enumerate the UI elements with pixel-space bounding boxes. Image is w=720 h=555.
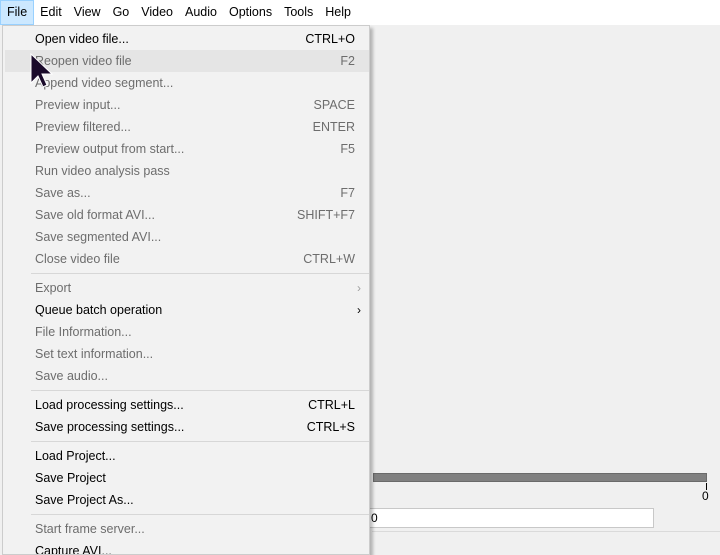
menu-item-shortcut: F2 (340, 54, 355, 68)
menu-item-load-project[interactable]: Load Project... (5, 445, 369, 467)
menu-item-save-audio[interactable]: Save audio... (5, 365, 369, 387)
status-divider (372, 531, 720, 532)
menu-item-label: Queue batch operation (35, 303, 163, 317)
menu-item-label: Preview filtered... (35, 120, 131, 134)
menu-item-preview-filtered[interactable]: Preview filtered... ENTER (5, 116, 369, 138)
menu-item-label: Load Project... (35, 449, 116, 463)
menu-item-shortcut: CTRL+L (308, 398, 355, 412)
menu-item-shortcut: SPACE (313, 98, 355, 112)
menu-separator (31, 390, 369, 391)
menu-item-file-information[interactable]: File Information... (5, 321, 369, 343)
menu-item-shortcut: CTRL+O (305, 32, 355, 46)
menu-item-preview-input[interactable]: Preview input... SPACE (5, 94, 369, 116)
menu-item-label: Open video file... (35, 32, 129, 46)
menu-item-label: Save as... (35, 186, 91, 200)
menu-help[interactable]: Help (319, 0, 357, 25)
menu-bar: File Edit View Go Video Audio Options To… (0, 0, 720, 25)
menu-item-label: Set text information... (35, 347, 154, 361)
menu-item-shortcut: CTRL+S (306, 420, 355, 434)
menu-edit[interactable]: Edit (34, 0, 68, 25)
submenu-arrow-icon: › (357, 281, 361, 295)
menu-options[interactable]: Options (223, 0, 278, 25)
menu-item-load-processing-settings[interactable]: Load processing settings... CTRL+L (5, 394, 369, 416)
menu-item-shortcut: SHIFT+F7 (297, 208, 355, 222)
menu-audio[interactable]: Audio (179, 0, 223, 25)
menu-item-queue-batch-operation[interactable]: Queue batch operation › (5, 299, 369, 321)
menu-go[interactable]: Go (107, 0, 136, 25)
menu-item-label: Export (35, 281, 72, 295)
menu-item-run-video-analysis[interactable]: Run video analysis pass (5, 160, 369, 182)
menu-item-label: Save processing settings... (35, 420, 185, 434)
menu-item-save-segmented-avi[interactable]: Save segmented AVI... (5, 226, 369, 248)
menu-item-label: Capture AVI... (35, 544, 112, 555)
menu-separator (31, 514, 369, 515)
menu-item-set-text-information[interactable]: Set text information... (5, 343, 369, 365)
menu-item-label: File Information... (35, 325, 132, 339)
menu-item-label: Start frame server... (35, 522, 145, 536)
menu-view[interactable]: View (68, 0, 107, 25)
menu-item-export[interactable]: Export › (5, 277, 369, 299)
menu-item-close-video-file[interactable]: Close video file CTRL+W (5, 248, 369, 270)
menu-item-label: Close video file (35, 252, 120, 266)
menu-video[interactable]: Video (135, 0, 179, 25)
menu-item-preview-output[interactable]: Preview output from start... F5 (5, 138, 369, 160)
menu-item-shortcut: F7 (340, 186, 355, 200)
menu-item-label: Save Project (35, 471, 106, 485)
menu-item-label: Save audio... (35, 369, 108, 383)
menu-item-open-video-file[interactable]: Open video file... CTRL+O (5, 28, 369, 50)
menu-item-start-frame-server[interactable]: Start frame server... (5, 518, 369, 540)
menu-item-save-project-as[interactable]: Save Project As... (5, 489, 369, 511)
submenu-arrow-icon: › (357, 303, 361, 317)
position-end-label: 0 (702, 489, 709, 503)
menu-item-save-processing-settings[interactable]: Save processing settings... CTRL+S (5, 416, 369, 438)
menu-item-shortcut: ENTER (312, 120, 355, 134)
menu-item-label: Preview input... (35, 98, 121, 112)
menu-item-label: Save segmented AVI... (35, 230, 162, 244)
position-slider[interactable] (373, 473, 707, 482)
menu-item-append-video-segment[interactable]: Append video segment... (5, 72, 369, 94)
file-menu-dropdown: Open video file... CTRL+O Reopen video f… (2, 25, 370, 555)
menu-item-label: Preview output from start... (35, 142, 185, 156)
menu-item-label: Save Project As... (35, 493, 134, 507)
menu-file[interactable]: File (0, 0, 35, 25)
menu-tools[interactable]: Tools (278, 0, 319, 25)
mouse-pointer-icon (30, 53, 54, 88)
menu-item-label: Load processing settings... (35, 398, 184, 412)
menu-item-shortcut: CTRL+W (303, 252, 355, 266)
menu-item-label: Save old format AVI... (35, 208, 155, 222)
frame-number-field[interactable]: 0 (360, 508, 654, 528)
menu-item-save-project[interactable]: Save Project (5, 467, 369, 489)
menu-item-label: Run video analysis pass (35, 164, 170, 178)
menu-item-save-as[interactable]: Save as... F7 (5, 182, 369, 204)
menu-item-shortcut: F5 (340, 142, 355, 156)
menu-item-save-old-format-avi[interactable]: Save old format AVI... SHIFT+F7 (5, 204, 369, 226)
menu-separator (31, 441, 369, 442)
menu-separator (31, 273, 369, 274)
menu-item-reopen-video-file[interactable]: Reopen video file F2 (5, 50, 369, 72)
